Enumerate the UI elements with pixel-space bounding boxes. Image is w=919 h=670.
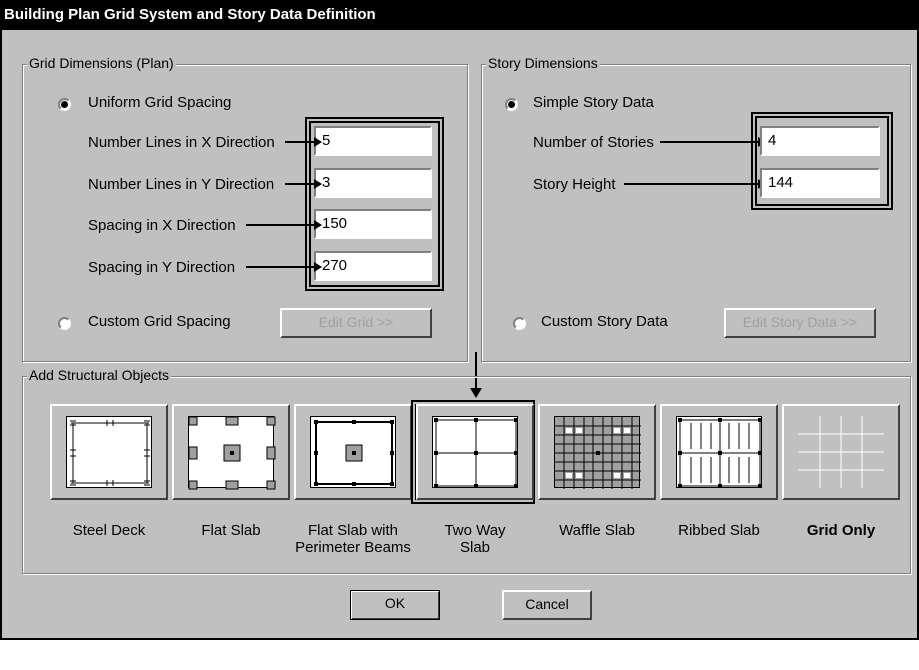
grid-only-caption: Grid Only (772, 522, 910, 539)
flat-slab-icon (188, 416, 276, 490)
dialog-body: Grid Dimensions (Plan) Uniform Grid Spac… (2, 30, 917, 638)
steel-deck-caption-line1: Steel Deck (72, 522, 146, 539)
template-buttons-row (50, 400, 900, 504)
custom-story-radio[interactable] (513, 317, 526, 330)
waffle-slab-caption-line1: Waffle Slab (559, 522, 635, 539)
waffle-slab-button[interactable] (538, 404, 656, 500)
edit-story-data-button[interactable]: Edit Story Data >> (724, 308, 876, 338)
steel-deck-button[interactable] (50, 404, 168, 500)
flat-slab-perimeter-beams-caption-line1: Flat Slab with (307, 522, 399, 539)
waffle-slab-caption: Waffle Slab (528, 522, 666, 539)
ribbed-slab-button[interactable] (660, 404, 778, 500)
edit-story-data-label: Edit Story Data >> (742, 314, 858, 330)
custom-story-label: Custom Story Data (541, 313, 668, 330)
two-way-slab-icon (432, 416, 518, 488)
flat-slab-caption: Flat Slab (162, 522, 300, 539)
structural-objects-legend: Add Structural Objects (27, 367, 172, 383)
story-height-input[interactable]: 144 (760, 168, 880, 198)
ok-label: OK (384, 595, 406, 611)
flat-slab-perimeter-beams-caption: Flat Slab with Perimeter Beams (284, 522, 422, 556)
steel-deck-icon (66, 416, 152, 488)
waffle-slab-icon (554, 416, 641, 489)
flat-slab-caption-line1: Flat Slab (201, 522, 261, 539)
simple-story-radio[interactable] (505, 98, 518, 111)
edit-grid-label: Edit Grid >> (318, 314, 394, 330)
edit-grid-button[interactable]: Edit Grid >> (280, 308, 432, 338)
steel-deck-caption: Steel Deck (40, 522, 178, 539)
ribbed-slab-caption-line1: Ribbed Slab (678, 522, 760, 539)
dialog-window: Building Plan Grid System and Story Data… (0, 0, 919, 640)
flat-slab-button[interactable] (172, 404, 290, 500)
number-of-stories-input[interactable]: 4 (760, 126, 880, 156)
title-bar: Building Plan Grid System and Story Data… (0, 0, 919, 30)
story-dimensions-legend: Story Dimensions (486, 55, 600, 71)
simple-story-label: Simple Story Data (533, 94, 654, 111)
two-way-slab-caption-line2: Slab (459, 539, 491, 556)
grid-only-caption-line1: Grid Only (806, 522, 876, 539)
story-height-label: Story Height (533, 176, 616, 193)
two-way-slab-button[interactable] (416, 404, 534, 500)
flat-slab-perimeter-beams-caption-line2: Perimeter Beams (295, 539, 411, 556)
grid-only-button[interactable] (782, 404, 900, 500)
cancel-button[interactable]: Cancel (502, 590, 592, 620)
custom-grid-radio[interactable] (58, 317, 71, 330)
number-of-stories-label: Number of Stories (533, 134, 654, 151)
ribbed-slab-caption: Ribbed Slab (650, 522, 788, 539)
two-way-slab-caption-line1: Two Way (444, 522, 506, 539)
custom-grid-label: Custom Grid Spacing (88, 313, 231, 330)
flat-slab-perimeter-beams-icon (310, 416, 396, 488)
ok-button[interactable]: OK (350, 590, 440, 620)
ribbed-slab-icon (676, 416, 762, 488)
cancel-label: Cancel (525, 596, 569, 612)
flat-slab-perimeter-beams-button[interactable] (294, 404, 412, 500)
two-way-slab-caption: Two Way Slab (406, 522, 544, 556)
grid-only-icon (798, 416, 884, 488)
